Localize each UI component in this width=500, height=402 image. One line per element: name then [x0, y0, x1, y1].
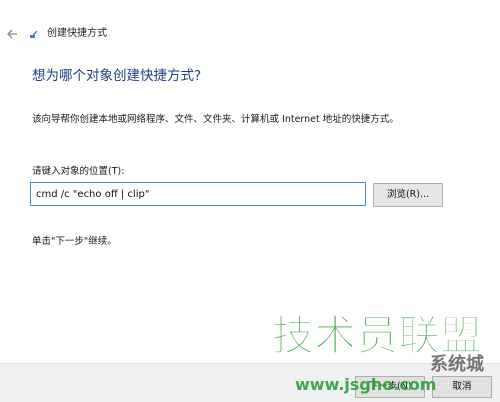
cancel-button[interactable]: 取消 [432, 376, 492, 398]
browse-button[interactable]: 浏览(R)... [373, 183, 443, 207]
location-field-label: 请键入对象的位置(T): [32, 166, 125, 177]
shortcut-icon [30, 30, 38, 38]
watermark-brand: 技术员联盟 [272, 311, 482, 360]
footer-bar: 下一步(N) 取消 [0, 363, 500, 402]
continue-hint: 单击"下一步"继续。 [32, 236, 117, 247]
next-button[interactable]: 下一步(N) [355, 376, 425, 398]
title-bar: 创建快捷方式 [0, 22, 500, 48]
location-input[interactable] [30, 182, 366, 206]
create-shortcut-window: 创建快捷方式 想为哪个对象创建快捷方式? 该向导帮你创建本地或网络程序、文件、文… [0, 0, 500, 402]
page-description: 该向导帮你创建本地或网络程序、文件、文件夹、计算机或 Internet 地址的快… [32, 114, 399, 125]
page-heading: 想为哪个对象创建快捷方式? [32, 68, 202, 84]
back-arrow-icon[interactable] [5, 27, 19, 41]
window-title: 创建快捷方式 [47, 28, 107, 39]
